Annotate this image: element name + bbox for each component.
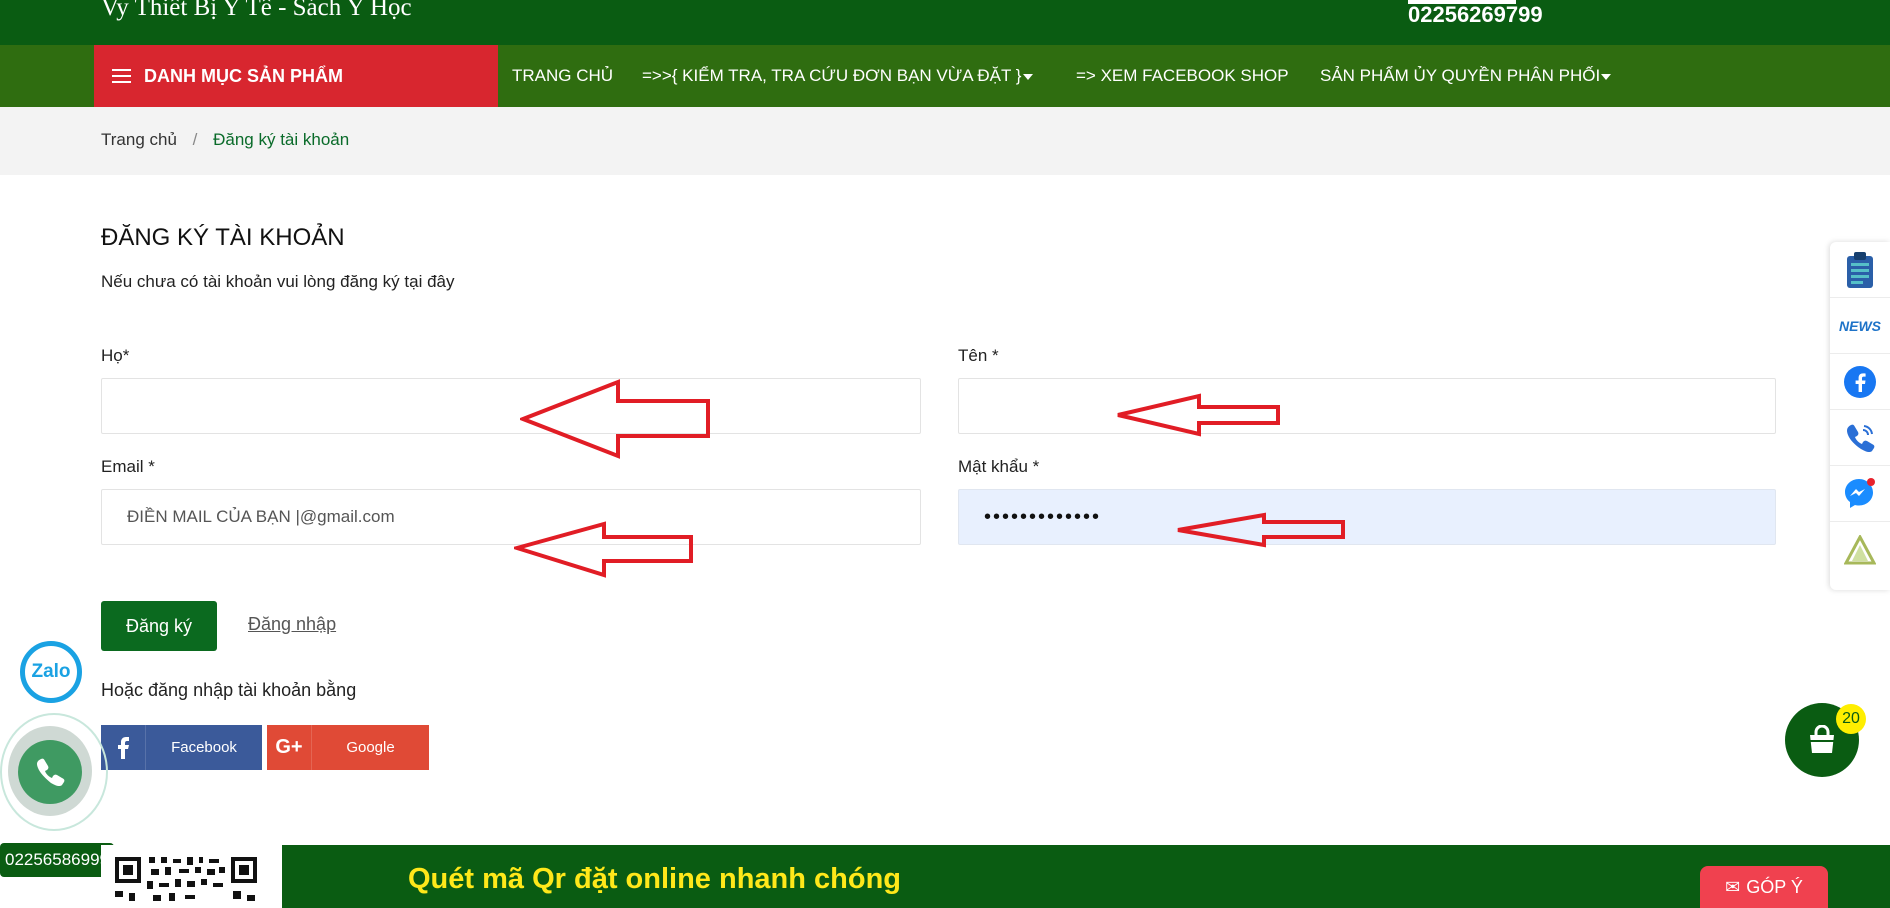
email-field[interactable]: ĐIỀN MAIL CỦA BẠN |@gmail.com [101,489,921,545]
clipboard-icon[interactable] [1830,242,1890,298]
footer-promo-band: Quét mã Qr đặt online nhanh chóng [282,845,1890,908]
zalo-button[interactable]: Zalo [20,641,82,703]
register-button[interactable]: Đăng ký [101,601,217,651]
qr-code [101,845,282,908]
category-menu-button[interactable]: DANH MỤC SẢN PHẨM [94,45,498,107]
call-button[interactable] [18,740,82,804]
email-label: Email * [101,457,155,476]
call-number-label[interactable]: 02256586999 [0,843,114,877]
chevron-down-icon [1022,73,1033,80]
phone-icon [37,758,65,787]
main-nav: DANH MỤC SẢN PHẨM TRANG CHỦ =>>{ KIỂM TR… [0,45,1890,107]
site-tagline: Vy Thiết Bị Y Tế - Sách Y Học [101,0,412,21]
breadcrumb: Trang chủ / Đăng ký tài khoản [101,130,349,150]
password-field[interactable]: ••••••••••••• [958,489,1776,545]
annotation-arrow-icon [520,379,710,459]
chevron-down-icon [1601,73,1612,80]
annotation-arrow-icon [1117,393,1280,437]
social-login-prompt: Hoặc đăng nhập tài khoản bằng [101,680,357,700]
google-plus-icon: G+ [267,725,312,770]
floating-contact-sidebar: NEWS [1830,242,1890,590]
first-name-label: Tên * [958,346,999,365]
first-name-field[interactable] [958,378,1776,434]
phone-icon[interactable] [1830,410,1890,466]
annotation-arrow-icon [1177,512,1345,548]
nav-item-home[interactable]: TRANG CHỦ [512,45,613,107]
annotation-arrow-icon [514,521,693,578]
nav-item-authorized-products[interactable]: SẢN PHẨM ỦY QUYỀN PHÂN PHỐI [1320,45,1612,107]
facebook-icon[interactable] [1830,354,1890,410]
triangle-logo-icon[interactable] [1830,522,1890,578]
header-phone[interactable]: 02256269799 [1408,2,1543,28]
news-icon[interactable]: NEWS [1830,298,1890,354]
page-subtitle: Nếu chưa có tài khoản vui lòng đăng ký t… [101,272,455,291]
breadcrumb-current: Đăng ký tài khoản [213,130,350,149]
nav-item-order-lookup[interactable]: =>>{ KIỂM TRA, TRA CỨU ĐƠN BẠN VỪA ĐẶT } [642,45,1033,107]
feedback-button[interactable]: ✉ GÓP Ý [1700,866,1828,908]
last-name-field[interactable] [101,378,921,434]
facebook-icon [101,725,146,770]
page-title: ĐĂNG KÝ TÀI KHOẢN [101,224,345,251]
cart-count-badge: 20 [1836,704,1866,734]
hamburger-icon [112,69,131,83]
google-login-button[interactable]: G+ Google [267,725,429,770]
breadcrumb-separator: / [192,130,198,149]
footer-promo-text: Quét mã Qr đặt online nhanh chóng [408,863,902,895]
category-menu-label: DANH MỤC SẢN PHẨM [144,65,343,86]
messenger-icon[interactable] [1830,466,1890,522]
breadcrumb-home-link[interactable]: Trang chủ [101,130,177,149]
last-name-label: Họ* [101,346,130,365]
envelope-icon: ✉ [1725,876,1741,897]
facebook-login-button[interactable]: Facebook [101,725,262,770]
password-label: Mật khẩu * [958,457,1040,476]
login-link[interactable]: Đăng nhập [248,614,336,635]
top-header: Vy Thiết Bị Y Tế - Sách Y Học ▬▬▬▬▬▬ 022… [0,0,1890,45]
shopping-bag-icon [1810,725,1834,753]
breadcrumb-bar: Trang chủ / Đăng ký tài khoản [0,107,1890,175]
nav-item-facebook-shop[interactable]: => XEM FACEBOOK SHOP [1076,45,1289,107]
